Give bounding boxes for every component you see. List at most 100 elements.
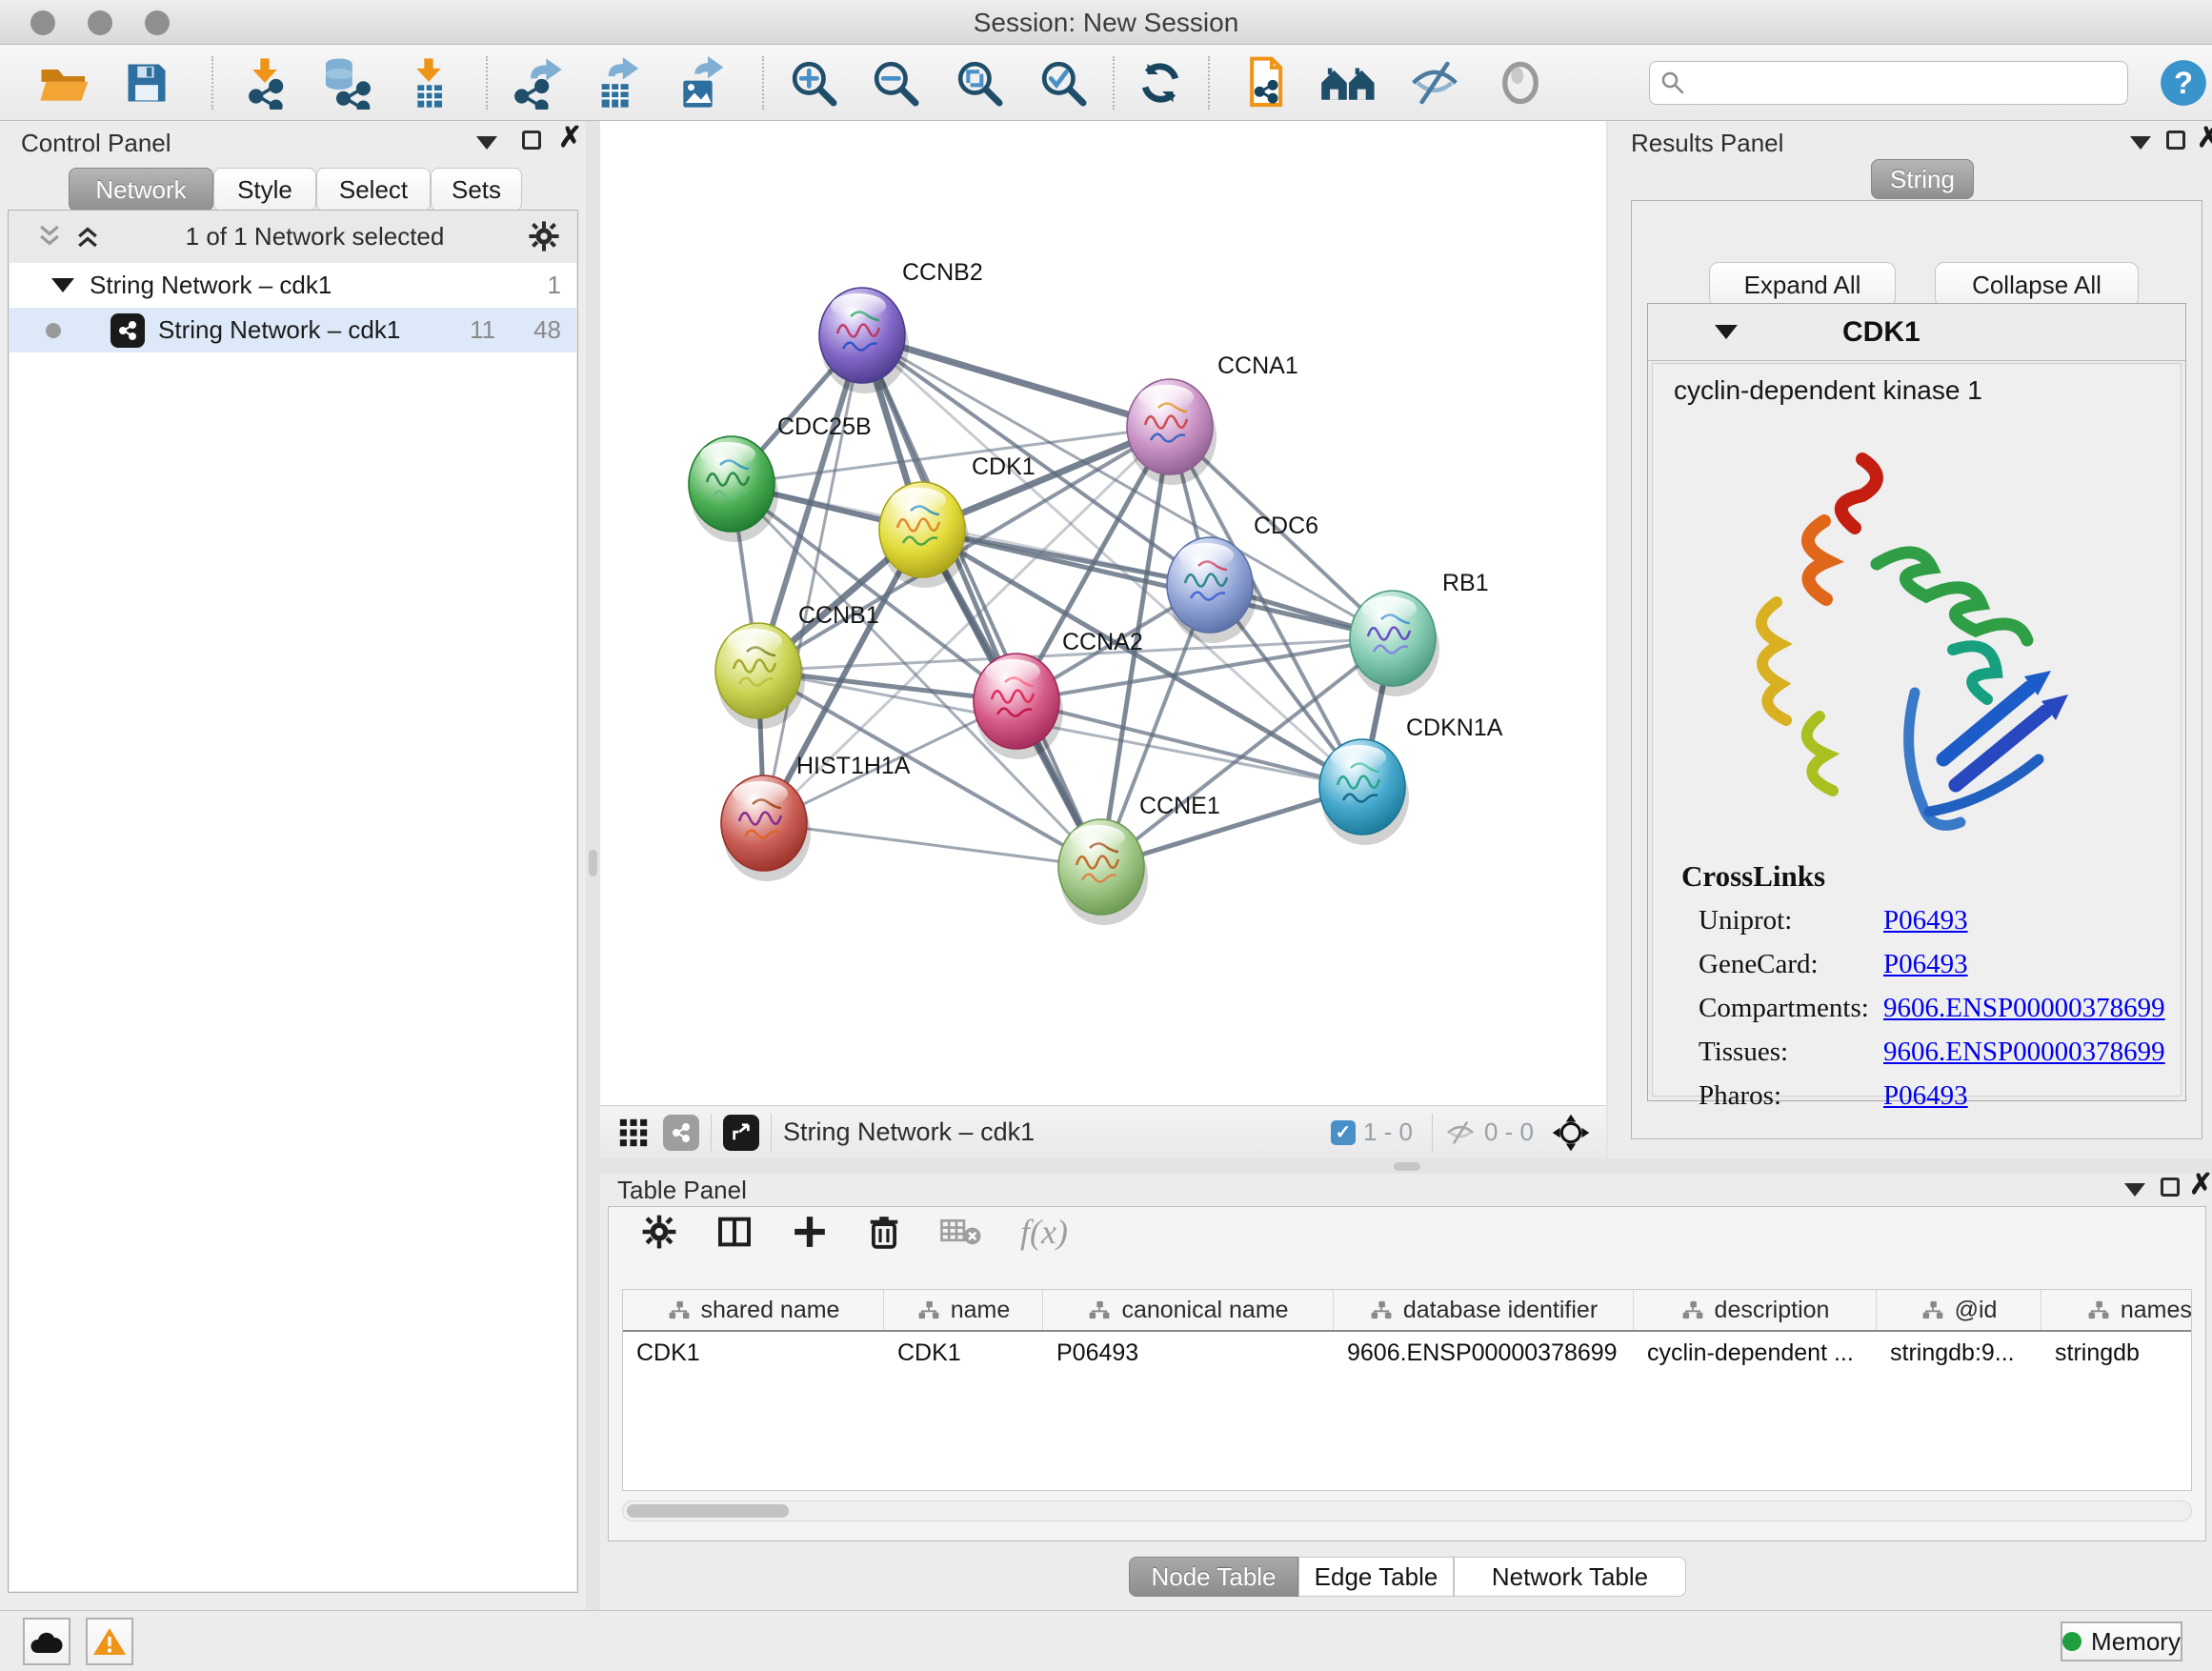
import-network-from-database-button[interactable] <box>312 52 381 113</box>
table-cell[interactable]: CDK1 <box>884 1332 1043 1374</box>
close-panel-icon[interactable]: ✗ <box>2189 1176 2212 1195</box>
float-panel-icon[interactable] <box>2161 1178 2180 1197</box>
zoom-in-button[interactable] <box>779 52 848 113</box>
open-session-button[interactable] <box>30 52 99 113</box>
network-canvas[interactable]: CCNB2CCNA1CDC25BCDK1CDC6RB1CCNB1CCNA2CDK… <box>600 121 1606 1105</box>
table-options-gear-icon[interactable] <box>641 1214 677 1250</box>
birdseye-navigator-icon[interactable] <box>1551 1113 1591 1153</box>
expand-all-icon[interactable] <box>35 222 64 251</box>
show-all-button[interactable] <box>1486 52 1555 113</box>
network-node-CCNB2[interactable]: CCNB2 <box>819 259 983 393</box>
table-cell[interactable]: stringdb:9... <box>1877 1332 2041 1374</box>
status-bar: Memory <box>0 1610 2212 1671</box>
column-header-description[interactable]: description <box>1634 1290 1877 1330</box>
node-table[interactable]: shared namenamecanonical namedatabase id… <box>622 1289 2192 1491</box>
column-header-sharedname[interactable]: shared name <box>623 1290 884 1330</box>
column-header-databaseidentifier[interactable]: database identifier <box>1334 1290 1634 1330</box>
table-cell[interactable]: stringdb <box>2041 1332 2192 1374</box>
cloud-status-button[interactable] <box>23 1618 70 1665</box>
zoom-out-button[interactable] <box>861 52 930 113</box>
first-neighbors-button[interactable] <box>1315 52 1383 113</box>
string-import-button[interactable] <box>1231 52 1299 113</box>
panel-menu-icon[interactable] <box>476 136 497 150</box>
create-column-plus-icon[interactable] <box>792 1214 828 1250</box>
tab-select[interactable]: Select <box>316 168 431 211</box>
table-horizontal-scrollbar[interactable] <box>622 1500 2192 1521</box>
column-header-canonicalname[interactable]: canonical name <box>1043 1290 1334 1330</box>
network-edge-HIST1H1A-CCNE1[interactable] <box>764 823 1101 867</box>
delete-column-trash-icon[interactable] <box>866 1214 902 1250</box>
network-options-gear-icon[interactable] <box>528 220 560 252</box>
table-cell[interactable]: CDK1 <box>623 1332 884 1374</box>
expand-all-button[interactable]: Expand All <box>1709 262 1896 308</box>
hide-selected-button[interactable] <box>1400 52 1469 113</box>
network-edge-CCNB2-CCNE1[interactable] <box>862 335 1101 867</box>
network-node-RB1[interactable]: RB1 <box>1350 570 1489 696</box>
column-header-id[interactable]: @id <box>1877 1290 2041 1330</box>
table-cell[interactable]: 9606.ENSP00000378699 <box>1334 1332 1634 1374</box>
network-row-selected[interactable]: String Network – cdk1 11 48 <box>10 308 576 352</box>
table-cell[interactable]: P06493 <box>1043 1332 1334 1374</box>
scrollbar-thumb[interactable] <box>627 1504 789 1518</box>
section-collapse-icon[interactable] <box>1715 325 1738 339</box>
crosslink-link[interactable]: P06493 <box>1883 1080 1968 1112</box>
horizontal-splitter[interactable] <box>600 1158 2212 1174</box>
crosslink-link[interactable]: 9606.ENSP00000378699 <box>1883 1037 2165 1068</box>
crosslink-link[interactable]: 9606.ENSP00000378699 <box>1883 993 2165 1024</box>
network-node-HIST1H1A[interactable]: HIST1H1A <box>721 753 911 881</box>
crosslink-link[interactable]: P06493 <box>1883 905 1968 936</box>
network-overview-icon[interactable] <box>663 1115 699 1151</box>
collapse-all-button[interactable]: Collapse All <box>1935 262 2139 308</box>
network-node-CDC6[interactable]: CDC6 <box>1167 513 1318 643</box>
show-columns-icon[interactable] <box>715 1213 754 1251</box>
import-network-file-button[interactable] <box>231 52 299 113</box>
tab-style[interactable]: Style <box>213 168 316 211</box>
splitter-handle[interactable] <box>589 850 597 876</box>
network-node-CCNE1[interactable]: CCNE1 <box>1058 793 1220 925</box>
panel-menu-icon[interactable] <box>2130 136 2151 150</box>
float-panel-icon[interactable] <box>2166 131 2185 150</box>
collapse-all-icon[interactable] <box>73 222 102 251</box>
tab-edge-table[interactable]: Edge Table <box>1298 1557 1454 1597</box>
save-session-button[interactable] <box>112 52 181 113</box>
float-panel-icon[interactable] <box>522 131 541 150</box>
crosslink-link[interactable]: P06493 <box>1883 949 1968 980</box>
export-network-button[interactable] <box>503 52 572 113</box>
close-panel-icon[interactable]: ✗ <box>2197 129 2212 148</box>
tab-sets[interactable]: Sets <box>431 168 522 211</box>
apply-layout-button[interactable] <box>1126 52 1195 113</box>
cloud-icon <box>30 1628 64 1655</box>
zoom-fit-button[interactable] <box>945 52 1014 113</box>
panel-menu-icon[interactable] <box>2124 1183 2145 1197</box>
collection-expand-icon[interactable] <box>51 278 74 292</box>
network-edge-CCNB2-HIST1H1A[interactable] <box>764 335 862 823</box>
export-table-button[interactable] <box>583 52 652 113</box>
column-header-namespace[interactable]: namespace <box>2041 1290 2192 1330</box>
network-edge-CCNA2-CDKN1A[interactable] <box>1016 701 1362 787</box>
tab-network-table[interactable]: Network Table <box>1454 1557 1686 1597</box>
table-cell[interactable]: cyclin-dependent ... <box>1634 1332 1877 1374</box>
gene-section-header[interactable]: CDK1 <box>1648 304 2185 361</box>
memory-button[interactable]: Memory <box>2061 1621 2182 1661</box>
export-image-button[interactable] <box>667 52 735 113</box>
open-in-new-window-icon[interactable] <box>723 1115 759 1151</box>
selected-checkbox-icon[interactable]: ✓ <box>1331 1120 1356 1145</box>
warnings-button[interactable] <box>86 1618 133 1665</box>
hidden-eye-icon[interactable] <box>1444 1118 1477 1147</box>
zoom-selected-button[interactable] <box>1029 52 1097 113</box>
crosslink-label: GeneCard: <box>1699 949 1819 980</box>
close-panel-icon[interactable]: ✗ <box>558 129 582 148</box>
column-header-name[interactable]: name <box>884 1290 1043 1330</box>
grid-view-icon[interactable] <box>617 1117 650 1149</box>
table-row[interactable]: CDK1CDK1P064939606.ENSP00000378699cyclin… <box>623 1332 2192 1374</box>
tab-network[interactable]: Network <box>69 168 213 211</box>
help-button[interactable]: ? <box>2155 52 2212 113</box>
import-table-file-button[interactable] <box>394 52 463 113</box>
tab-string[interactable]: String <box>1871 159 1974 199</box>
network-collection-row[interactable]: String Network – cdk1 1 <box>10 263 576 308</box>
vertical-splitter-left[interactable] <box>586 121 600 1610</box>
tab-node-table[interactable]: Node Table <box>1129 1557 1298 1597</box>
splitter-handle[interactable] <box>1394 1162 1420 1171</box>
network-node-CDKN1A[interactable]: CDKN1A <box>1319 715 1503 845</box>
search-input[interactable] <box>1649 61 2128 105</box>
